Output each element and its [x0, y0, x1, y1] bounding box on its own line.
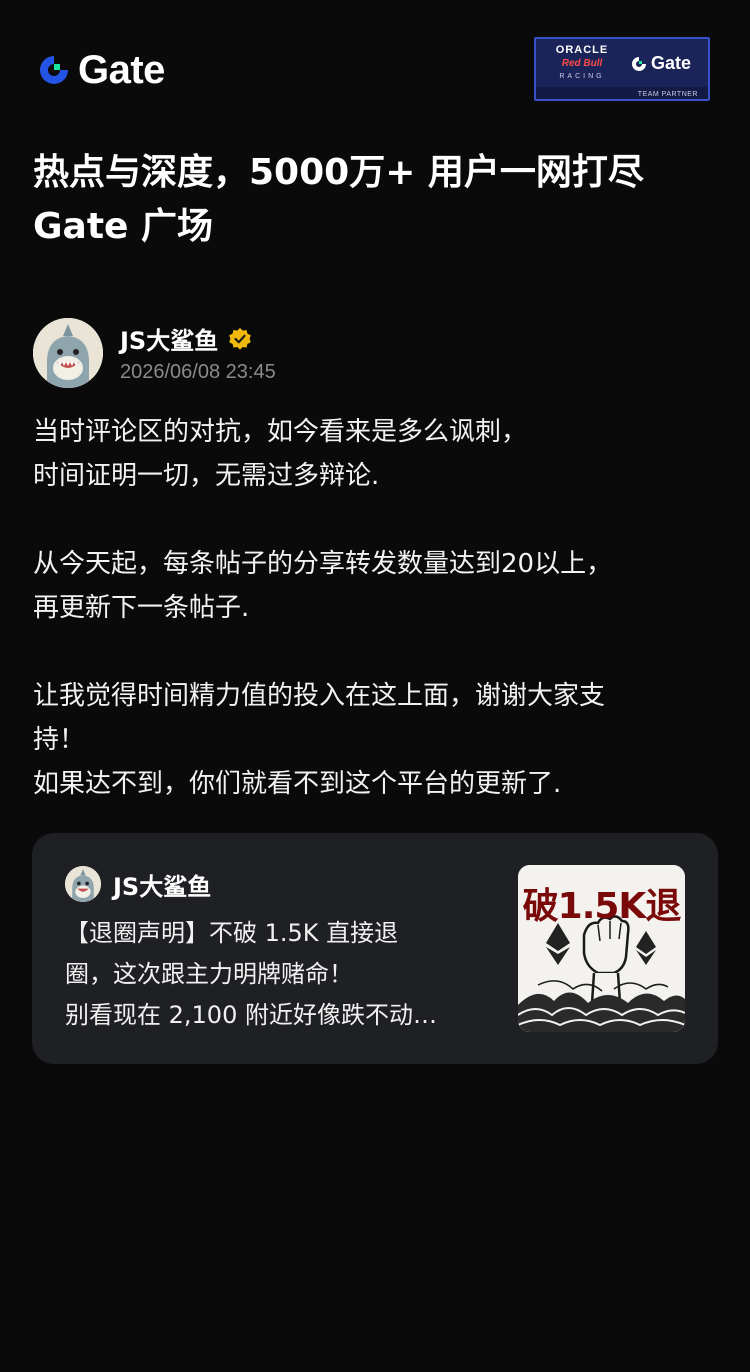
- headline-line-2: Gate 广场: [33, 206, 214, 247]
- gate-logo[interactable]: Gate: [36, 50, 165, 90]
- verified-badge-icon: [229, 327, 252, 350]
- thumbnail-title: 破1.5K退: [522, 886, 682, 927]
- avatar[interactable]: [33, 318, 103, 388]
- quoted-avatar[interactable]: [65, 866, 101, 902]
- quoted-text: 【退圈声明】不破 1.5K 直接退 圈，这次跟主力明牌赌命！ 别看现在 2,10…: [65, 913, 495, 1036]
- quoted-line: 别看现在 2,100 附近好像跌不动…: [65, 1001, 437, 1029]
- gate-logo-icon: [40, 56, 68, 84]
- quoted-thumbnail[interactable]: 破1.5K退: [518, 865, 685, 1032]
- post-paragraph-1: 当时评论区的对抗，如今看来是多么讽刺， 时间证明一切，无需过多辩论.: [33, 410, 723, 498]
- redbull-wordmark: Red Bull: [561, 58, 603, 69]
- post-author[interactable]: JS大鲨鱼 2026/06/08 23:45: [33, 318, 276, 388]
- page-headline: 热点与深度，5000万+ 用户一网打尽 Gate 广场: [33, 146, 723, 254]
- headline-line-1: 热点与深度，5000万+ 用户一网打尽: [33, 152, 644, 193]
- header: Gate ORACLE Red Bull RACING Gate TEAM PA…: [0, 0, 750, 130]
- post-paragraph-2: 从今天起，每条帖子的分享转发数量达到20以上， 再更新下一条帖子.: [33, 542, 723, 630]
- partner-gate-text: Gate: [651, 53, 692, 73]
- quoted-post-card[interactable]: JS大鲨鱼 【退圈声明】不破 1.5K 直接退 圈，这次跟主力明牌赌命！ 别看现…: [32, 833, 718, 1064]
- post-body: 当时评论区的对抗，如今看来是多么讽刺， 时间证明一切，无需过多辩论. 从今天起，…: [33, 410, 723, 806]
- quoted-line: 【退圈声明】不破 1.5K 直接退: [65, 919, 399, 947]
- racing-wordmark: RACING: [559, 73, 605, 80]
- post-line: 从今天起，每条帖子的分享转发数量达到20以上，: [33, 549, 613, 579]
- post-line: 让我觉得时间精力值的投入在这上面，谢谢大家支: [33, 681, 606, 711]
- shark-avatar-icon: [65, 866, 101, 902]
- post-timestamp: 2026/06/08 23:45: [120, 360, 276, 383]
- logo-text: Gate: [78, 48, 165, 92]
- author-name[interactable]: JS大鲨鱼: [120, 321, 218, 356]
- post-line: 持！: [33, 725, 86, 755]
- team-partner-label: TEAM PARTNER: [637, 91, 698, 98]
- post-line: 时间证明一切，无需过多辩论.: [33, 461, 380, 491]
- team-partner-badge: ORACLE Red Bull RACING Gate TEAM PARTNER: [534, 37, 710, 101]
- oracle-wordmark: ORACLE: [555, 44, 609, 56]
- post-line: 再更新下一条帖子.: [33, 593, 250, 623]
- post-line: 如果达不到，你们就看不到这个平台的更新了.: [33, 769, 562, 799]
- post-line: 当时评论区的对抗，如今看来是多么讽刺，: [33, 417, 528, 447]
- partner-gate-logo: Gate: [630, 53, 691, 74]
- quoted-line: 圈，这次跟主力明牌赌命！: [65, 960, 353, 988]
- quoted-author[interactable]: JS大鲨鱼: [65, 866, 211, 902]
- shark-avatar-icon: [33, 318, 103, 388]
- gate-logo-icon: [632, 56, 646, 71]
- post-paragraph-3: 让我觉得时间精力值的投入在这上面，谢谢大家支 持！ 如果达不到，你们就看不到这个…: [33, 674, 723, 806]
- quoted-author-name[interactable]: JS大鲨鱼: [113, 867, 211, 902]
